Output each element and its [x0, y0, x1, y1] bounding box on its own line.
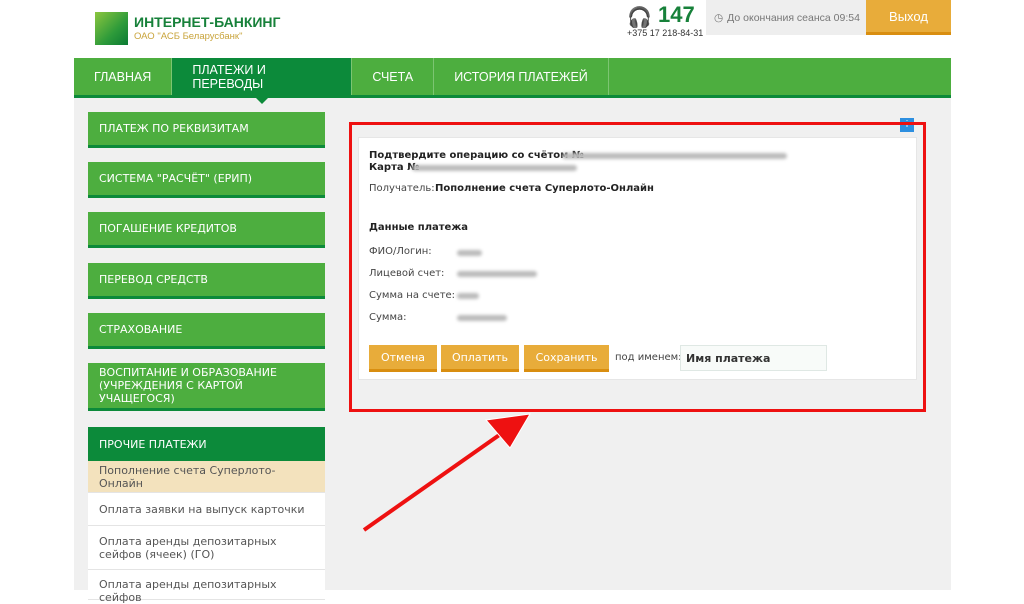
arrow-shaft — [362, 422, 517, 532]
annotation-arrow — [362, 413, 531, 532]
arrow-head — [485, 413, 531, 449]
